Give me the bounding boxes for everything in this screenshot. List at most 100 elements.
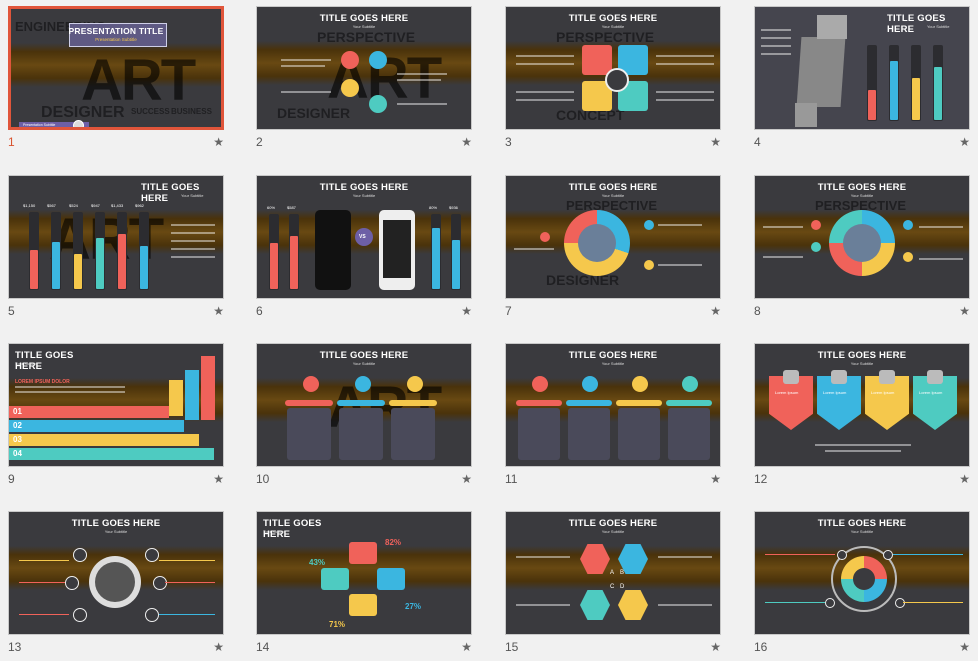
slide-subtitle: Your Subtitle (927, 24, 950, 29)
slide-subtitle: Your Subtitle (352, 361, 376, 366)
slide-preview: ART ENGINEERING DESIGNER SUCCESS BUSINES… (8, 6, 224, 130)
slide-number: 11 (505, 472, 518, 486)
slide-number: 1 (8, 135, 15, 149)
slide-title: TITLE GOES HERE (817, 350, 907, 361)
slide-preview: ART TITLE GOES HERE Your Subtitle (256, 343, 472, 467)
slide-title: TITLE GOES HERE (568, 350, 658, 361)
slide-subtitle: Your Subtitle (601, 24, 625, 29)
bg-word: DESIGNER (277, 105, 351, 121)
slide-subtitle: Presentation Subtitle (95, 37, 137, 42)
star-icon[interactable]: ★ (213, 304, 224, 318)
bg-word: PERSPECTIVE (317, 29, 416, 45)
star-icon[interactable]: ★ (710, 304, 721, 318)
slide-thumbnail-grid: ART ENGINEERING DESIGNER SUCCESS BUSINES… (8, 6, 978, 654)
star-icon[interactable]: ★ (959, 472, 970, 486)
slide-number: 4 (754, 135, 761, 149)
slide-title: TITLE GOES HERE (319, 350, 409, 361)
slide-number: 7 (505, 304, 512, 318)
star-icon[interactable]: ★ (959, 304, 970, 318)
slide-thumbnail-3[interactable]: PERSPECTIVE CONCEPT TITLE GOES HERE Your… (505, 6, 723, 156)
slide-thumbnail-7[interactable]: PERSPECTIVE DESIGNER TITLE GOES HERE You… (505, 175, 723, 325)
bg-word: DESIGNER (41, 104, 125, 121)
bg-word: BUSINESS (171, 107, 212, 116)
slide-thumbnail-14[interactable]: TITLE GOES HERE Your Subtitle 43% 82% 27… (256, 511, 474, 661)
slide-subtitle: Your Subtitle (352, 24, 376, 29)
star-icon[interactable]: ★ (213, 135, 224, 149)
bg-word: DESIGNER (546, 272, 620, 288)
slide-number: 3 (505, 135, 512, 149)
slide-subtitle: Your Subtitle (850, 529, 874, 534)
slide-preview: PERSPECTIVE CONCEPT TITLE GOES HERE Your… (505, 6, 721, 130)
slide-title: PRESENTATION TITLE (68, 26, 164, 36)
slide-thumbnail-1[interactable]: ART ENGINEERING DESIGNER SUCCESS BUSINES… (8, 6, 226, 156)
slide-title: TITLE GOES HERE (568, 13, 658, 24)
slide-thumbnail-4[interactable]: TITLE GOES HERE Your Subtitle 4 ★ (754, 6, 972, 156)
slide-subtitle: Your Subtitle (263, 529, 286, 534)
slide-title: TITLE GOES HERE (568, 182, 658, 193)
slide-preview: ART PERSPECTIVE DESIGNER TITLE GOES HERE… (256, 6, 472, 130)
slide-thumbnail-8[interactable]: PERSPECTIVE TITLE GOES HERE Your Subtitl… (754, 175, 972, 325)
star-icon[interactable]: ★ (959, 135, 970, 149)
slide-thumbnail-9[interactable]: TITLE GOES HERE Your Subtitle LOREM IPSU… (8, 343, 226, 493)
slide-subtitle: Your Subtitle (352, 193, 376, 198)
slide-preview: TITLE GOES HERE Your Subtitle VS 60% $58… (256, 175, 472, 299)
slide-number: 9 (8, 472, 15, 486)
slide-preview: TITLE GOES HERE Your Subtitle 43% 82% 27… (256, 511, 472, 635)
bg-word: SUCCESS (131, 107, 170, 116)
slide-preview: TITLE GOES HERE Your Subtitle A B C D (505, 511, 721, 635)
slide-title: TITLE GOES HERE (817, 518, 907, 529)
slide-subtitle: Your Subtitle (104, 529, 128, 534)
star-icon[interactable]: ★ (461, 304, 472, 318)
slide-number: 10 (256, 472, 270, 486)
footer-text: Presentation Subtitle (23, 123, 56, 127)
slide-subtitle: Your Subtitle (15, 361, 38, 366)
slide-subtitle: Your Subtitle (601, 361, 625, 366)
slide-thumbnail-15[interactable]: TITLE GOES HERE Your Subtitle A B C D 15… (505, 511, 723, 661)
slide-preview: TITLE GOES HERE Your Subtitle LOREM IPSU… (8, 343, 224, 467)
bg-word: PERSPECTIVE (556, 29, 655, 45)
slide-number: 15 (505, 640, 519, 654)
slide-title: TITLE GOES HERE (319, 182, 409, 193)
slide-thumbnail-16[interactable]: TITLE GOES HERE Your Subtitle 16 ★ (754, 511, 972, 661)
slide-thumbnail-2[interactable]: ART PERSPECTIVE DESIGNER TITLE GOES HERE… (256, 6, 474, 156)
slide-preview: TITLE GOES HERE Your Subtitle (754, 6, 970, 130)
slide-title: TITLE GOES HERE (568, 518, 658, 529)
slide-preview: PERSPECTIVE DESIGNER TITLE GOES HERE You… (505, 175, 721, 299)
star-icon[interactable]: ★ (461, 472, 472, 486)
star-icon[interactable]: ★ (710, 472, 721, 486)
star-icon[interactable]: ★ (710, 135, 721, 149)
slide-preview: TITLE GOES HERE Your Subtitle (8, 511, 224, 635)
slide-subtitle: Your Subtitle (850, 361, 874, 366)
slide-thumbnail-10[interactable]: ART TITLE GOES HERE Your Subtitle 10 ★ (256, 343, 474, 493)
avatar-icon (73, 120, 84, 127)
slide-subtitle: Your Subtitle (601, 529, 625, 534)
star-icon[interactable]: ★ (461, 135, 472, 149)
slide-number: 12 (754, 472, 768, 486)
star-icon[interactable]: ★ (710, 640, 721, 654)
slide-thumbnail-11[interactable]: TITLE GOES HERE Your Subtitle 11 ★ (505, 343, 723, 493)
slide-number: 2 (256, 135, 263, 149)
slide-thumbnail-13[interactable]: TITLE GOES HERE Your Subtitle 13 ★ (8, 511, 226, 661)
slide-number: 13 (8, 640, 22, 654)
slide-number: 14 (256, 640, 270, 654)
star-icon[interactable]: ★ (213, 472, 224, 486)
slide-number: 6 (256, 304, 263, 318)
star-icon[interactable]: ★ (959, 640, 970, 654)
star-icon[interactable]: ★ (213, 640, 224, 654)
slide-number: 8 (754, 304, 761, 318)
bg-word: PERSPECTIVE (566, 198, 658, 213)
slide-thumbnail-5[interactable]: ART TITLE GOES HERE Your Subtitle $1,150… (8, 175, 226, 325)
slide-preview: ART TITLE GOES HERE Your Subtitle $1,150… (8, 175, 224, 299)
slide-thumbnail-6[interactable]: TITLE GOES HERE Your Subtitle VS 60% $58… (256, 175, 474, 325)
slide-title: TITLE GOES HERE (817, 182, 907, 193)
star-icon[interactable]: ★ (461, 640, 472, 654)
slide-preview: TITLE GOES HERE Your Subtitle (505, 343, 721, 467)
slide-preview: TITLE GOES HERE Your Subtitle (754, 511, 970, 635)
slide-preview: TITLE GOES HERE Your Subtitle Lorem Ipsu… (754, 343, 970, 467)
slide-preview: PERSPECTIVE TITLE GOES HERE Your Subtitl… (754, 175, 970, 299)
slide-subtitle: Your Subtitle (181, 193, 204, 198)
slide-thumbnail-12[interactable]: TITLE GOES HERE Your Subtitle Lorem Ipsu… (754, 343, 972, 493)
slide-number: 16 (754, 640, 768, 654)
slide-title: TITLE GOES HERE (71, 518, 161, 529)
slide-title: TITLE GOES HERE (319, 13, 409, 24)
